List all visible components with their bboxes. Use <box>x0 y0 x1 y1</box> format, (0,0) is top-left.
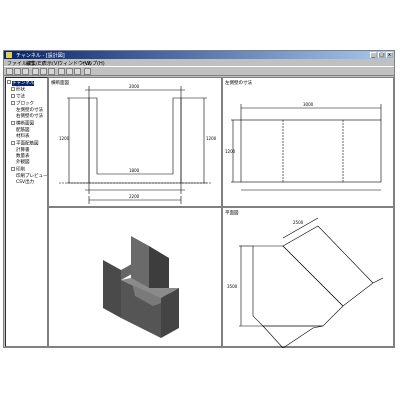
tree-item[interactable]: 形状 <box>11 87 25 93</box>
tree-item[interactable]: ブロック <box>11 101 34 107</box>
tree-item-root[interactable]: チャンネル <box>7 80 35 86</box>
plan-view-drawing: 3500 2500 <box>227 217 384 348</box>
expand-icon[interactable] <box>7 80 11 84</box>
dim-length: 3000 <box>303 102 314 107</box>
paste-icon[interactable] <box>48 68 55 75</box>
view-icon[interactable] <box>58 68 65 75</box>
copy-icon[interactable] <box>40 68 47 75</box>
dim-a: 3500 <box>227 284 238 289</box>
dimension-labels: 3000 1200 <box>225 102 314 154</box>
dimension-labels: 2000 1800 1200 1200 2200 <box>59 84 217 199</box>
window-title: チャンネル - [設計図] <box>16 53 65 59</box>
cross-section-pane[interactable]: 横断面図 2000 1800 1200 1200 2200 <box>48 77 222 207</box>
plan-view-pane[interactable]: 平面図 3500 2500 <box>222 207 394 348</box>
menu-bar: ファイル(F) 編集(E) 表示(V) ウィンドウ(W) ヘルプ(H) <box>4 59 394 67</box>
dim-height: 1200 <box>225 149 236 154</box>
minimize-button[interactable]: _ <box>370 52 377 58</box>
tree-item[interactable]: 横断面図 <box>11 121 34 127</box>
tree-item[interactable]: 寸法 <box>11 94 25 100</box>
open-icon[interactable] <box>14 68 21 75</box>
title-bar[interactable]: チャンネル - [設計図] _ □ x <box>4 51 394 59</box>
close-button[interactable]: x <box>386 52 393 58</box>
expand-icon[interactable] <box>11 167 15 171</box>
help-icon[interactable] <box>84 68 91 75</box>
3d-view-pane[interactable] <box>48 207 222 347</box>
grid-icon[interactable] <box>74 68 81 75</box>
tree-item[interactable]: CSV出力 <box>16 180 34 186</box>
dim-inner: 1800 <box>129 168 140 173</box>
tree-item[interactable]: 外観図 <box>16 160 30 166</box>
toolbar <box>4 66 394 76</box>
wall-dimension-pane[interactable]: 左側壁の寸法 3000 1200 <box>222 77 394 207</box>
cross-section-drawing: 2000 1800 1200 1200 2200 <box>59 84 217 204</box>
dim-width: 2000 <box>129 84 140 89</box>
dim-right-height: 1200 <box>206 136 217 141</box>
3d-model-render <box>103 236 179 338</box>
app-icon <box>6 52 12 58</box>
tree-item[interactable]: 平面配筋図 <box>11 141 39 147</box>
dimension-labels: 3500 2500 <box>227 220 304 289</box>
zoom-icon[interactable] <box>66 68 73 75</box>
maximize-button[interactable]: □ <box>378 52 385 58</box>
new-icon[interactable] <box>6 68 13 75</box>
print-icon[interactable] <box>32 68 39 75</box>
expand-icon[interactable] <box>11 121 15 125</box>
expand-icon[interactable] <box>11 101 15 105</box>
project-tree[interactable]: チャンネル 形状 寸法 ブロック 左側壁の寸法 右側壁の寸法 横断面図 配筋図 … <box>5 77 48 347</box>
expand-icon[interactable] <box>11 141 15 145</box>
app-window: チャンネル - [設計図] _ □ x ファイル(F) 編集(E) 表示(V) … <box>3 50 395 348</box>
tree-item[interactable]: 印刷 <box>11 167 25 173</box>
expand-icon[interactable] <box>11 94 15 98</box>
tree-item[interactable]: 材料表 <box>16 134 30 140</box>
tree-item[interactable]: 右側壁の寸法 <box>16 114 43 120</box>
expand-icon[interactable] <box>11 87 15 91</box>
dim-base: 2200 <box>129 194 140 199</box>
dim-left-height: 1200 <box>59 136 70 141</box>
save-icon[interactable] <box>22 68 29 75</box>
wall-dimension-drawing: 3000 1200 <box>225 102 382 191</box>
dim-b: 2500 <box>293 220 304 225</box>
